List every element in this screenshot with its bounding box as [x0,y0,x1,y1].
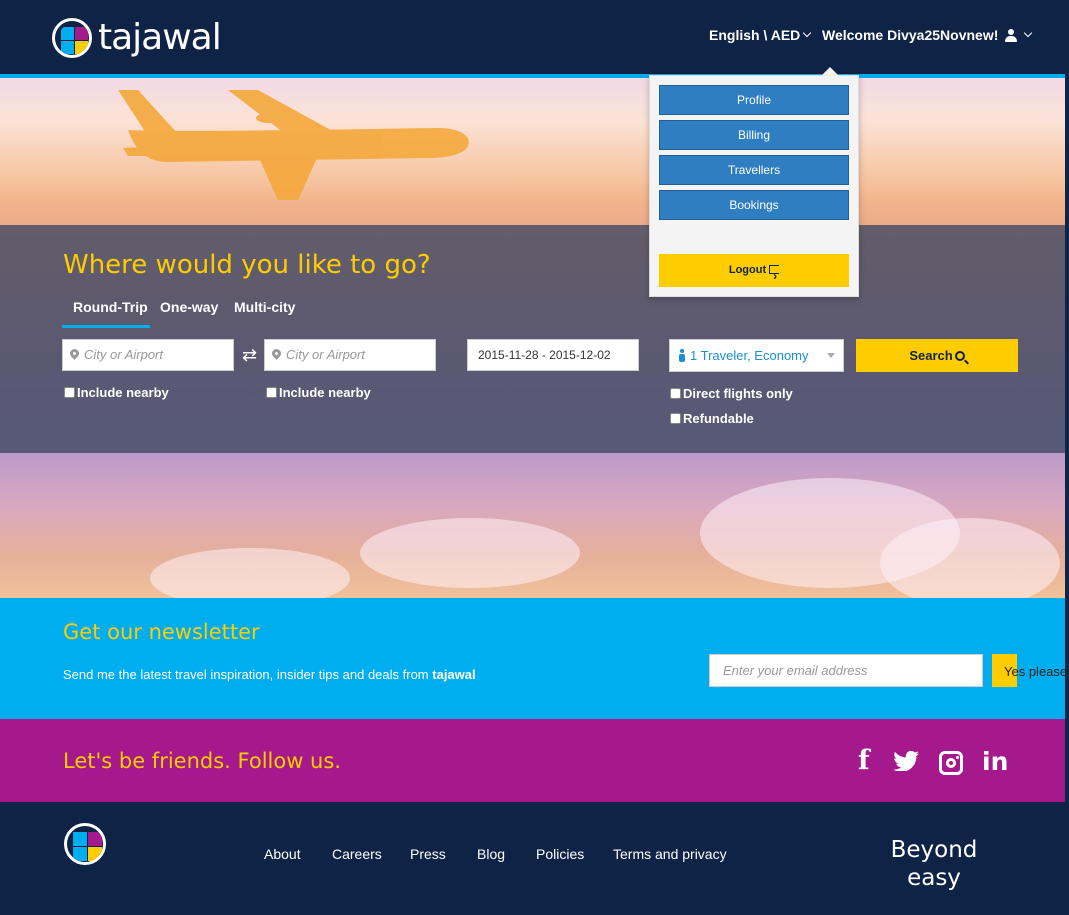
menu-item-bookings[interactable]: Bookings [659,190,849,220]
map-pin-icon [68,347,81,360]
footer-link-blog[interactable]: Blog [477,846,505,862]
destination-placeholder: City or Airport [286,347,365,362]
checkbox-label: Include nearby [279,385,371,400]
checkbox-label: Include nearby [77,385,169,400]
date-range-input[interactable]: 2015-11-28 - 2015-12-02 [467,339,639,371]
checkbox-box[interactable] [670,413,681,424]
newsletter-title: Get our newsletter [63,620,260,644]
footer-link-policies[interactable]: Policies [536,846,584,862]
search-title: Where would you like to go? [63,250,431,280]
search-button[interactable]: Search [856,339,1018,372]
tab-round-trip[interactable]: Round-Trip [73,299,148,315]
welcome-label: Welcome Divya25Novnew! [822,27,999,43]
brand-name: tajawal [98,17,222,58]
airplane-image [118,90,469,200]
hero-banner: Where would you like to go? Round-Trip O… [0,78,1065,598]
dropdown-arrow [821,67,839,76]
footer-tagline: Beyond easy [880,836,988,892]
footer-link-terms[interactable]: Terms and privacy [613,846,727,862]
origin-input[interactable]: City or Airport [62,339,234,371]
menu-item-billing[interactable]: Billing [659,120,849,150]
user-dropdown-menu: Profile Billing Travellers Bookings Logo… [649,67,859,297]
newsletter-description: Send me the latest travel inspiration, i… [63,667,476,682]
tagline-line-1: Beyond [890,837,978,863]
tagline-line-2: easy [907,865,961,891]
user-icon [1005,28,1018,42]
footer-logo-icon[interactable] [64,823,106,865]
swap-icon[interactable]: ⇄ [242,345,257,366]
menu-item-travellers[interactable]: Travellers [659,155,849,185]
traveler-class-value: 1 Traveler, Economy [690,348,809,363]
language-currency-selector[interactable]: English \ AED [709,27,812,43]
newsletter-section: Get our newsletter Send me the latest tr… [0,598,1069,719]
language-currency-label: English \ AED [709,27,801,43]
social-section: Let's be friends. Follow us. f in [0,719,1065,802]
checkbox-box[interactable] [670,388,681,399]
newsletter-brand: tajawal [432,667,476,682]
site-footer: About Careers Press Blog Policies Terms … [0,802,1069,915]
checkbox-box[interactable] [266,387,277,398]
traveler-class-select[interactable]: 1 Traveler, Economy [669,339,844,372]
newsletter-email-input[interactable]: Enter your email address [709,654,983,687]
checkbox-label: Direct flights only [683,386,793,401]
caret-down-icon [827,353,835,358]
footer-link-about[interactable]: About [264,846,301,862]
tab-one-way[interactable]: One-way [160,299,218,315]
subscribe-label[interactable]: Yes please! [1004,664,1069,679]
user-menu-toggle[interactable]: Welcome Divya25Novnew! [822,27,1033,43]
footer-link-press[interactable]: Press [410,846,446,862]
tab-multi-city[interactable]: Multi-city [234,299,295,315]
social-title: Let's be friends. Follow us. [63,749,341,773]
facebook-icon[interactable]: f [858,745,870,776]
search-button-label: Search [909,348,953,363]
refundable-checkbox[interactable]: Refundable [670,411,754,426]
checkbox-box[interactable] [64,387,75,398]
destination-input[interactable]: City or Airport [264,339,436,371]
chevron-down-icon [1024,28,1033,38]
newsletter-text: Send me the latest travel inspiration, i… [63,667,429,682]
logout-label: Logout [728,264,767,276]
active-tab-indicator [62,325,150,328]
search-icon [954,351,965,361]
footer-link-careers[interactable]: Careers [332,846,382,862]
direct-flights-checkbox[interactable]: Direct flights only [670,386,793,401]
sign-out-icon [769,260,780,293]
logout-button[interactable]: Logout [659,254,849,293]
menu-item-profile[interactable]: Profile [659,85,849,115]
person-icon [678,349,686,362]
linkedin-icon[interactable]: in [982,747,1008,776]
brand-logo[interactable]: tajawal [52,17,222,58]
chevron-down-icon [803,28,812,38]
origin-placeholder: City or Airport [84,347,163,362]
twitter-icon[interactable] [893,751,919,771]
map-pin-icon [270,347,283,360]
origin-include-nearby-checkbox[interactable]: Include nearby [64,385,169,400]
checkbox-label: Refundable [683,411,754,426]
site-header: tajawal English \ AED Welcome Divya25Nov… [0,0,1065,78]
destination-include-nearby-checkbox[interactable]: Include nearby [266,385,371,400]
flight-search-panel: Where would you like to go? Round-Trip O… [0,225,1065,453]
logo-icon [52,18,92,58]
instagram-icon[interactable] [939,751,963,775]
